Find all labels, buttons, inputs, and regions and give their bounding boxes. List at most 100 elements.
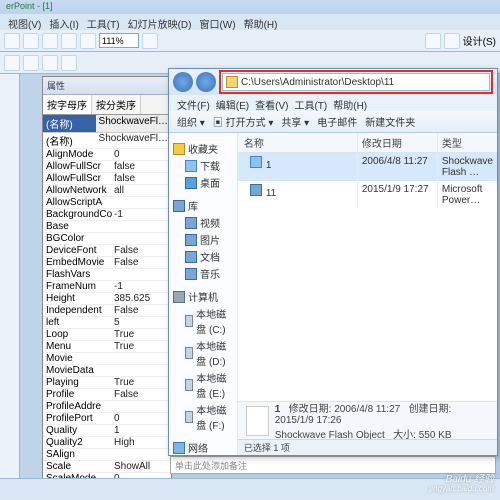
property-row[interactable]: AllowFullScrfalse: [43, 173, 171, 185]
nav-item[interactable]: 本地磁盘 (F:): [196, 402, 233, 432]
nav-item[interactable]: 音乐: [200, 266, 220, 281]
label: 修改日期:: [289, 404, 332, 415]
openwith-button[interactable]: ▣ 打开方式 ▾: [213, 114, 274, 129]
nav-item[interactable]: 下载: [200, 158, 220, 173]
property-row[interactable]: Base: [43, 221, 171, 233]
menu-item[interactable]: 视图(V): [6, 16, 43, 28]
toolbar-button[interactable]: [4, 33, 20, 49]
property-row[interactable]: FrameNum-1: [43, 281, 171, 293]
property-row[interactable]: SAlign: [43, 449, 171, 461]
col-date[interactable]: 修改日期: [358, 133, 438, 152]
explorer-menu: 文件(F) 编辑(E) 查看(V) 工具(T) 帮助(H): [169, 95, 497, 111]
toolbar-button[interactable]: [425, 33, 441, 49]
nav-computer[interactable]: 计算机: [188, 289, 218, 304]
file-row[interactable]: 12006/4/8 11:27Shockwave Flash …: [238, 153, 497, 181]
nav-item[interactable]: 本地磁盘 (C:): [196, 306, 233, 336]
nav-item[interactable]: 本地磁盘 (E:): [196, 370, 233, 400]
menu-item[interactable]: 帮助(H): [333, 97, 367, 109]
menu-item[interactable]: 帮助(H): [242, 16, 280, 28]
nav-favorites[interactable]: 收藏夹: [188, 141, 218, 156]
property-row[interactable]: AlignMode0: [43, 149, 171, 161]
file-columns-header[interactable]: 名称 修改日期 类型: [238, 133, 497, 153]
details-pane: 1 修改日期: 2006/4/8 11:27 创建日期: 2015/1/9 17…: [238, 401, 497, 439]
property-row[interactable]: (名称)ShockwaveFl…: [43, 133, 171, 149]
menu-item[interactable]: 工具(T): [294, 97, 327, 109]
back-button[interactable]: [173, 72, 193, 92]
properties-list[interactable]: (名称)ShockwaveFl…AlignMode0AllowFullScrfa…: [43, 133, 171, 483]
property-row[interactable]: left5: [43, 317, 171, 329]
toolbar-button[interactable]: [42, 33, 58, 49]
property-row[interactable]: PlayingTrue: [43, 377, 171, 389]
notes-pane[interactable]: 单击此处添加备注: [170, 456, 496, 474]
file-row[interactable]: 112015/1/9 17:27Microsoft Power…: [238, 181, 497, 209]
nav-item[interactable]: 本地磁盘 (D:): [196, 338, 233, 368]
property-row[interactable]: ProfileFalse: [43, 389, 171, 401]
toolbar-button[interactable]: [23, 55, 39, 71]
nav-libraries[interactable]: 库: [188, 198, 198, 213]
toolbar-button[interactable]: [4, 55, 20, 71]
menu-item[interactable]: 幻灯片放映(D): [126, 16, 194, 28]
design-button[interactable]: 设计(S): [463, 33, 496, 48]
property-row[interactable]: ProfileAddre: [43, 401, 171, 413]
property-row[interactable]: EmbedMovieFalse: [43, 257, 171, 269]
file-list[interactable]: 12006/4/8 11:27Shockwave Flash …112015/1…: [238, 153, 497, 401]
col-name[interactable]: 名称: [238, 133, 358, 152]
disk-icon: [185, 347, 193, 359]
property-row[interactable]: BackgroundCo-1: [43, 209, 171, 221]
property-row[interactable]: Height385.625: [43, 293, 171, 305]
explorer-titlebar[interactable]: C:\Users\Administrator\Desktop\11: [169, 69, 497, 95]
formatting-toolbar: 设计(S): [0, 30, 500, 52]
tab-categorized[interactable]: 按分类序: [92, 95, 141, 114]
forward-button[interactable]: [196, 72, 216, 92]
share-button[interactable]: 共享 ▾: [281, 114, 309, 129]
tab-alphabetic[interactable]: 按字母序: [43, 95, 92, 114]
slide-thumbnail-strip[interactable]: [0, 74, 20, 484]
toolbar-button[interactable]: [23, 33, 39, 49]
menu-item[interactable]: 查看(V): [255, 97, 288, 109]
property-row[interactable]: ProfilePort0: [43, 413, 171, 425]
toolbar-button[interactable]: [61, 33, 77, 49]
toolbar-button[interactable]: [61, 55, 77, 71]
property-row[interactable]: FlashVars: [43, 269, 171, 281]
col-type[interactable]: 类型: [438, 133, 497, 152]
property-row[interactable]: DeviceFontFalse: [43, 245, 171, 257]
property-row[interactable]: Quality2High: [43, 437, 171, 449]
address-text: C:\Users\Administrator\Desktop\11: [241, 77, 394, 88]
toolbar-button[interactable]: [444, 33, 460, 49]
property-row[interactable]: BGColor: [43, 233, 171, 245]
menu-item[interactable]: 编辑(E): [216, 97, 249, 109]
menu-item[interactable]: 插入(I): [47, 16, 80, 28]
newfolder-button[interactable]: 新建文件夹: [365, 114, 415, 129]
address-bar[interactable]: C:\Users\Administrator\Desktop\11: [222, 73, 490, 91]
nav-item[interactable]: 视频: [200, 215, 220, 230]
property-row[interactable]: Quality1: [43, 425, 171, 437]
menu-item[interactable]: 文件(F): [177, 97, 210, 109]
organize-button[interactable]: 组织 ▾: [177, 114, 205, 129]
property-row[interactable]: ScaleShowAll: [43, 461, 171, 473]
app-title-bar: erPoint - [1]: [0, 0, 500, 14]
property-row[interactable]: AllowNetworkall: [43, 185, 171, 197]
menu-item[interactable]: 工具(T): [85, 16, 122, 28]
property-row[interactable]: AllowFullScrfalse: [43, 161, 171, 173]
nav-item[interactable]: 桌面: [200, 175, 220, 190]
nav-network[interactable]: 网络: [188, 440, 208, 455]
toolbar-button[interactable]: [80, 33, 96, 49]
explorer-nav-tree[interactable]: 收藏夹 下载 桌面 库 视频 图片 文档 音乐 计算机 本地磁盘 (C:) 本地…: [169, 133, 238, 455]
property-row[interactable]: AllowScriptA: [43, 197, 171, 209]
nav-item[interactable]: 图片: [200, 232, 220, 247]
network-icon: [173, 442, 185, 454]
detail-filename: 1: [275, 404, 281, 415]
toolbar-button[interactable]: [142, 33, 158, 49]
disk-icon: [185, 315, 193, 327]
nav-item[interactable]: 文档: [200, 249, 220, 264]
zoom-combo[interactable]: [99, 33, 139, 48]
toolbar-button[interactable]: [42, 55, 58, 71]
property-row[interactable]: LoopTrue: [43, 329, 171, 341]
property-row[interactable]: IndependentFalse: [43, 305, 171, 317]
property-row[interactable]: Movie: [43, 353, 171, 365]
property-row[interactable]: MenuTrue: [43, 341, 171, 353]
email-button[interactable]: 电子邮件: [317, 114, 357, 129]
properties-panel: 属性 按字母序 按分类序 (名称) ShockwaveFl… (名称)Shock…: [42, 76, 172, 484]
property-row[interactable]: MovieData: [43, 365, 171, 377]
menu-item[interactable]: 窗口(W): [197, 16, 237, 28]
